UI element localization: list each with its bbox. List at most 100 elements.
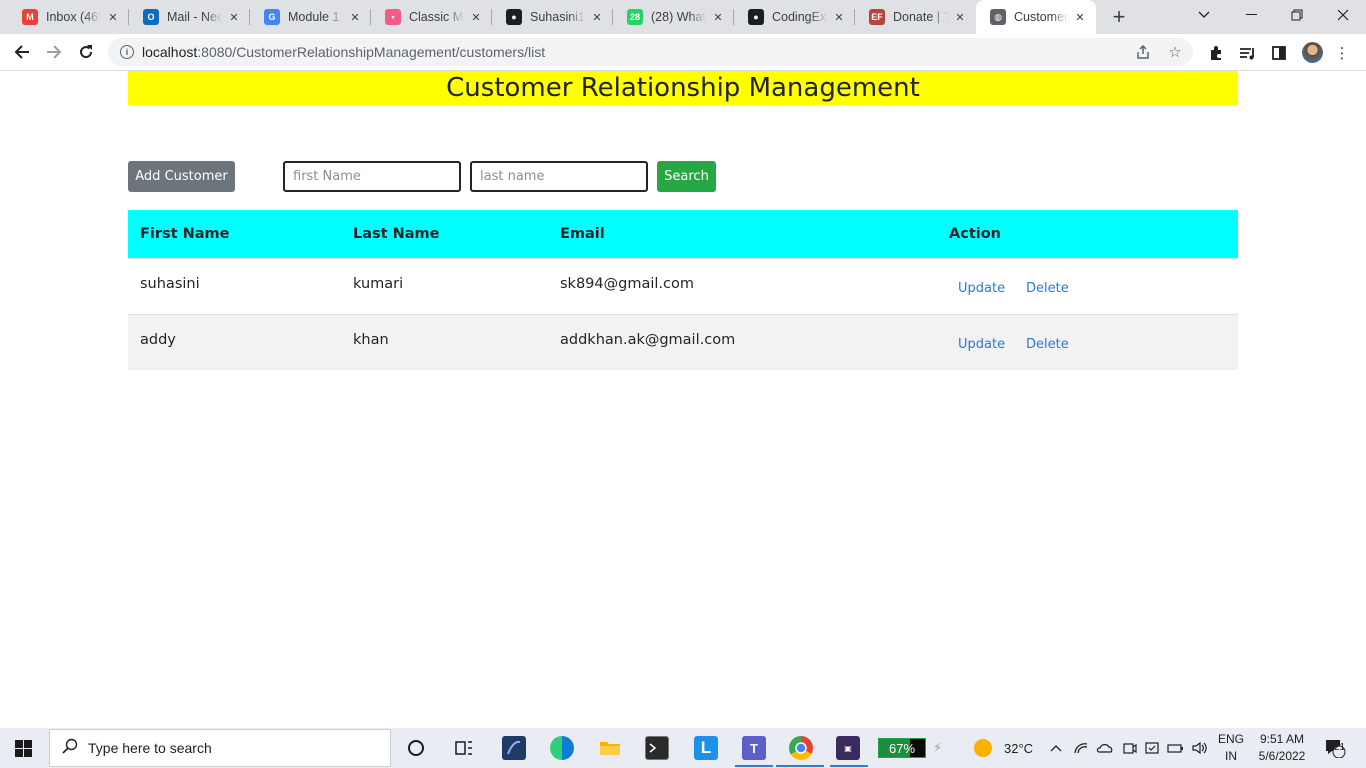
- browser-tab[interactable]: M Inbox (469 ✕: [8, 0, 129, 34]
- reload-icon[interactable]: [72, 38, 100, 66]
- header-email: Email: [560, 226, 605, 242]
- battery-tray-icon[interactable]: [1167, 728, 1185, 768]
- terminal-icon[interactable]: [645, 736, 669, 760]
- customer-table: First Name Last Name Email Action suhasi…: [128, 210, 1238, 370]
- volume-icon[interactable]: [1191, 728, 1209, 768]
- delete-link[interactable]: Delete: [1026, 281, 1069, 296]
- teams-icon[interactable]: T: [742, 736, 766, 760]
- language-indicator[interactable]: ENG IN: [1216, 731, 1246, 765]
- close-window-button[interactable]: [1320, 0, 1366, 30]
- share-icon[interactable]: [1135, 44, 1151, 60]
- tab-close-icon[interactable]: ✕: [226, 9, 242, 25]
- table-row: suhasini kumari sk894@gmail.com Update D…: [128, 258, 1238, 314]
- meet-now-icon[interactable]: [1121, 728, 1137, 768]
- chrome-active-indicator: [776, 765, 824, 767]
- github-icon: ●: [748, 9, 764, 25]
- taskbar: Type here to search L T ▣: [0, 728, 1366, 768]
- site-info-icon[interactable]: i: [120, 45, 134, 59]
- show-hidden-icons-icon[interactable]: [1049, 728, 1063, 768]
- security-icon[interactable]: [1144, 728, 1160, 768]
- new-tab-button[interactable]: +: [1102, 0, 1136, 34]
- forward-icon[interactable]: [40, 38, 68, 66]
- browser-tab[interactable]: G Module 1 - ✕: [250, 0, 371, 34]
- browser-tab[interactable]: EF Donate | T ✕: [855, 0, 976, 34]
- taskbar-search-placeholder: Type here to search: [88, 740, 212, 756]
- tab-close-icon[interactable]: ✕: [589, 9, 605, 25]
- header-first-name: First Name: [140, 226, 230, 242]
- tab-strip: M Inbox (469 ✕ O Mail - Nee ✕ G Module 1 - ✕ ▪ Cla…: [0, 0, 1366, 34]
- back-icon[interactable]: [8, 38, 36, 66]
- tab-active[interactable]: ◍ Customer ✕: [976, 0, 1096, 34]
- cell-last-name: khan: [353, 332, 389, 348]
- cell-first-name: suhasini: [140, 276, 200, 292]
- notification-center-icon[interactable]: 21: [1324, 728, 1346, 768]
- clock[interactable]: 9:51 AM 5/6/2022: [1252, 731, 1312, 765]
- tab-close-icon[interactable]: ✕: [952, 9, 968, 25]
- side-panel-icon[interactable]: [1269, 43, 1289, 63]
- temperature-text: 32°C: [1004, 740, 1034, 756]
- add-customer-button[interactable]: Add Customer: [128, 161, 235, 192]
- header-action: Action: [949, 226, 1002, 242]
- last-name-input[interactable]: [470, 161, 648, 192]
- first-name-input[interactable]: [283, 161, 461, 192]
- update-link[interactable]: Update: [958, 337, 1005, 352]
- tab-close-icon[interactable]: ✕: [347, 9, 363, 25]
- update-link[interactable]: Update: [958, 281, 1005, 296]
- tab-search-icon[interactable]: [1181, 0, 1227, 30]
- chrome-icon[interactable]: [789, 736, 813, 760]
- address-bar[interactable]: i localhost:8080/CustomerRelationshipMan…: [108, 38, 1193, 66]
- ef-icon: EF: [869, 9, 885, 25]
- minimize-button[interactable]: [1228, 0, 1274, 30]
- region-text: IN: [1225, 749, 1237, 763]
- game-app-active-indicator: [830, 765, 868, 767]
- cortana-icon[interactable]: [404, 736, 428, 760]
- restore-button[interactable]: [1274, 0, 1320, 30]
- taskbar-search-box[interactable]: Type here to search: [49, 729, 391, 767]
- browser-tab[interactable]: ● CodingExp ✕: [734, 0, 855, 34]
- network-icon[interactable]: [1073, 728, 1089, 768]
- search-button[interactable]: Search: [657, 161, 716, 192]
- cell-email: addkhan.ak@gmail.com: [560, 332, 736, 348]
- edge-icon[interactable]: [550, 736, 574, 760]
- tab-title: Suhasini18: [530, 10, 585, 24]
- tab-close-icon[interactable]: ✕: [710, 9, 726, 25]
- reading-list-icon[interactable]: [1237, 43, 1257, 63]
- date-text: 5/6/2022: [1258, 749, 1306, 763]
- game-app-icon[interactable]: ▣: [836, 736, 860, 760]
- power-plug-icon: ⚡: [933, 740, 943, 755]
- browser-tab[interactable]: ▪ Classic Mo ✕: [371, 0, 492, 34]
- mysql-workbench-icon[interactable]: [502, 736, 526, 760]
- whatsapp-icon: 28: [627, 9, 643, 25]
- page-content: Customer Relationship Management Add Cus…: [0, 71, 1366, 728]
- profile-avatar[interactable]: [1302, 42, 1323, 63]
- weather-widget[interactable]: 32°C: [974, 728, 1033, 768]
- tab-title: Module 1 -: [288, 10, 343, 24]
- bookmark-star-icon[interactable]: ☆: [1167, 44, 1183, 61]
- windows-start-icon[interactable]: [15, 740, 32, 757]
- tab-close-icon[interactable]: ✕: [1072, 9, 1088, 25]
- battery-percent: 67%: [888, 740, 916, 756]
- cell-first-name: addy: [140, 332, 176, 348]
- browser-tab[interactable]: O Mail - Nee ✕: [129, 0, 250, 34]
- header-last-name: Last Name: [353, 226, 440, 242]
- battery-indicator[interactable]: 67%: [878, 738, 926, 758]
- browser-tab[interactable]: 28 (28) Whats ✕: [613, 0, 734, 34]
- outlook-icon: O: [143, 9, 159, 25]
- task-view-icon[interactable]: [452, 736, 476, 760]
- table-header: First Name Last Name Email Action: [128, 210, 1238, 258]
- file-explorer-icon[interactable]: [598, 736, 622, 760]
- table-row: addy khan addkhan.ak@gmail.com Update De…: [128, 314, 1238, 370]
- tab-close-icon[interactable]: ✕: [105, 9, 121, 25]
- tab-title: (28) Whats: [651, 10, 706, 24]
- tab-close-icon[interactable]: ✕: [468, 9, 484, 25]
- menu-icon[interactable]: ⋮: [1332, 43, 1352, 63]
- browser-tab[interactable]: ● Suhasini18 ✕: [492, 0, 613, 34]
- onedrive-icon[interactable]: [1096, 728, 1114, 768]
- tab-title: Donate | T: [893, 10, 948, 24]
- cell-last-name: kumari: [353, 276, 404, 292]
- delete-link[interactable]: Delete: [1026, 337, 1069, 352]
- sun-icon: [974, 739, 992, 757]
- l-app-icon[interactable]: L: [694, 736, 718, 760]
- extensions-icon[interactable]: [1206, 43, 1226, 63]
- tab-close-icon[interactable]: ✕: [831, 9, 847, 25]
